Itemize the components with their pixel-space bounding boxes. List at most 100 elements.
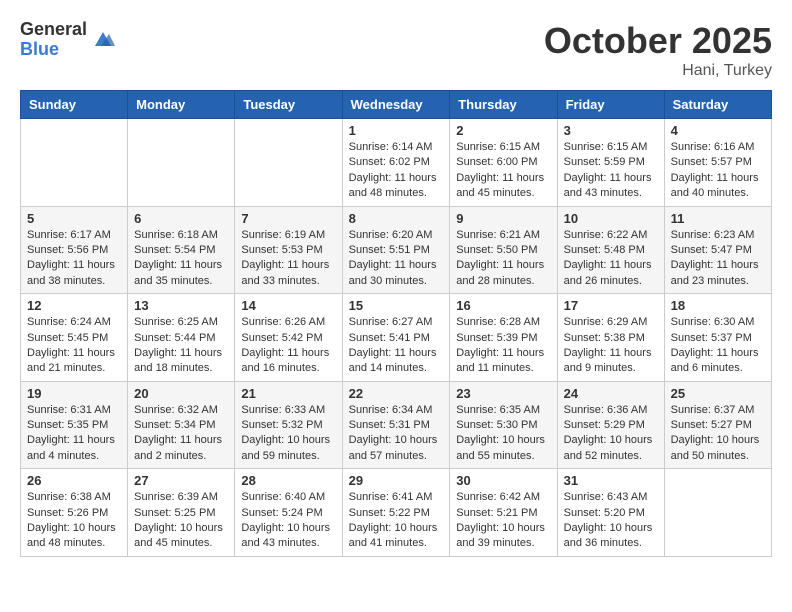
- day-number: 1: [349, 123, 444, 138]
- logo-icon: [91, 28, 115, 52]
- logo: General Blue: [20, 20, 115, 60]
- calendar-cell: 13 Sunrise: 6:25 AMSunset: 5:44 PMDayligh…: [128, 294, 235, 382]
- calendar-cell: 21 Sunrise: 6:33 AMSunset: 5:32 PMDayligh…: [235, 381, 342, 469]
- day-info: Sunrise: 6:22 AMSunset: 5:48 PMDaylight:…: [564, 228, 658, 290]
- weekday-header-saturday: Saturday: [664, 91, 771, 119]
- calendar-cell: 19Sunrise: 6:31 AMSunset: 5:35 PMDayligh…: [21, 381, 128, 469]
- day-info: Sunrise: 6:43 AMSunset: 5:20 PMDaylight:…: [564, 490, 658, 552]
- title-block: October 2025 Hani, Turkey: [544, 20, 772, 80]
- calendar-cell: 26 Sunrise: 6:38 AMSunset: 5:26 PMDayligh…: [21, 469, 128, 557]
- day-info: Sunrise: 6:25 AMSunset: 5:44 PMDaylight:…: [134, 315, 228, 377]
- day-info: Sunrise: 6:39 AMSunset: 5:25 PMDaylight:…: [134, 490, 228, 552]
- calendar-cell: 15 Sunrise: 6:27 AMSunset: 5:41 PMDayligh…: [342, 294, 450, 382]
- day-info: Sunrise: 6:37 AMSunset: 5:27 PMDaylight:…: [671, 403, 765, 465]
- calendar-cell: 20Sunrise: 6:32 AMSunset: 5:34 PMDayligh…: [128, 381, 235, 469]
- day-number: 17: [564, 298, 658, 313]
- day-number: 11: [671, 211, 765, 226]
- month-title: October 2025: [544, 20, 772, 62]
- day-info: Sunrise: 6:40 AMSunset: 5:24 PMDaylight:…: [241, 490, 335, 552]
- calendar-cell: 12 Sunrise: 6:24 AMSunset: 5:45 PMDayligh…: [21, 294, 128, 382]
- page-header: General Blue October 2025 Hani, Turkey: [20, 20, 772, 80]
- day-number: 7: [241, 211, 335, 226]
- calendar-cell: 23 Sunrise: 6:35 AMSunset: 5:30 PMDayligh…: [450, 381, 557, 469]
- calendar-week-row: 12 Sunrise: 6:24 AMSunset: 5:45 PMDayligh…: [21, 294, 772, 382]
- day-number: 13: [134, 298, 228, 313]
- calendar-week-row: 26 Sunrise: 6:38 AMSunset: 5:26 PMDayligh…: [21, 469, 772, 557]
- day-info: Sunrise: 6:27 AMSunset: 5:41 PMDaylight:…: [349, 315, 444, 377]
- day-number: 23: [456, 386, 550, 401]
- calendar-cell: 29 Sunrise: 6:41 AMSunset: 5:22 PMDayligh…: [342, 469, 450, 557]
- calendar-cell: 8Sunrise: 6:20 AMSunset: 5:51 PMDaylight…: [342, 206, 450, 294]
- day-info: Sunrise: 6:26 AMSunset: 5:42 PMDaylight:…: [241, 315, 335, 377]
- day-number: 14: [241, 298, 335, 313]
- day-info: Sunrise: 6:42 AMSunset: 5:21 PMDaylight:…: [456, 490, 550, 552]
- calendar-week-row: 5 Sunrise: 6:17 AMSunset: 5:56 PMDaylight…: [21, 206, 772, 294]
- calendar-cell: [128, 119, 235, 207]
- day-info: Sunrise: 6:14 AMSunset: 6:02 PMDaylight:…: [349, 140, 444, 202]
- calendar-cell: 5 Sunrise: 6:17 AMSunset: 5:56 PMDaylight…: [21, 206, 128, 294]
- day-number: 6: [134, 211, 228, 226]
- calendar-cell: 11 Sunrise: 6:23 AMSunset: 5:47 PMDayligh…: [664, 206, 771, 294]
- day-number: 2: [456, 123, 550, 138]
- calendar-cell: 17 Sunrise: 6:29 AMSunset: 5:38 PMDayligh…: [557, 294, 664, 382]
- weekday-header-monday: Monday: [128, 91, 235, 119]
- logo-blue: Blue: [20, 40, 87, 60]
- day-number: 26: [27, 473, 121, 488]
- day-number: 24: [564, 386, 658, 401]
- calendar-cell: 14 Sunrise: 6:26 AMSunset: 5:42 PMDayligh…: [235, 294, 342, 382]
- day-number: 18: [671, 298, 765, 313]
- calendar-week-row: 1 Sunrise: 6:14 AMSunset: 6:02 PMDaylight…: [21, 119, 772, 207]
- weekday-header-row: SundayMondayTuesdayWednesdayThursdayFrid…: [21, 91, 772, 119]
- day-info: Sunrise: 6:29 AMSunset: 5:38 PMDaylight:…: [564, 315, 658, 377]
- day-info: Sunrise: 6:15 AMSunset: 6:00 PMDaylight:…: [456, 140, 550, 202]
- day-info: Sunrise: 6:19 AMSunset: 5:53 PMDaylight:…: [241, 228, 335, 290]
- calendar-cell: 18Sunrise: 6:30 AMSunset: 5:37 PMDayligh…: [664, 294, 771, 382]
- day-info: Sunrise: 6:41 AMSunset: 5:22 PMDaylight:…: [349, 490, 444, 552]
- weekday-header-thursday: Thursday: [450, 91, 557, 119]
- day-number: 25: [671, 386, 765, 401]
- weekday-header-sunday: Sunday: [21, 91, 128, 119]
- day-number: 31: [564, 473, 658, 488]
- day-number: 30: [456, 473, 550, 488]
- day-info: Sunrise: 6:33 AMSunset: 5:32 PMDaylight:…: [241, 403, 335, 465]
- day-number: 15: [349, 298, 444, 313]
- calendar-cell: 30 Sunrise: 6:42 AMSunset: 5:21 PMDayligh…: [450, 469, 557, 557]
- day-number: 5: [27, 211, 121, 226]
- day-info: Sunrise: 6:15 AMSunset: 5:59 PMDaylight:…: [564, 140, 658, 202]
- calendar-cell: 10Sunrise: 6:22 AMSunset: 5:48 PMDayligh…: [557, 206, 664, 294]
- calendar-cell: 22 Sunrise: 6:34 AMSunset: 5:31 PMDayligh…: [342, 381, 450, 469]
- day-number: 21: [241, 386, 335, 401]
- day-info: Sunrise: 6:36 AMSunset: 5:29 PMDaylight:…: [564, 403, 658, 465]
- day-info: Sunrise: 6:38 AMSunset: 5:26 PMDaylight:…: [27, 490, 121, 552]
- calendar-cell: 3Sunrise: 6:15 AMSunset: 5:59 PMDaylight…: [557, 119, 664, 207]
- calendar-cell: 6Sunrise: 6:18 AMSunset: 5:54 PMDaylight…: [128, 206, 235, 294]
- calendar-cell: [21, 119, 128, 207]
- calendar-cell: 16Sunrise: 6:28 AMSunset: 5:39 PMDayligh…: [450, 294, 557, 382]
- calendar-cell: 2 Sunrise: 6:15 AMSunset: 6:00 PMDaylight…: [450, 119, 557, 207]
- day-number: 12: [27, 298, 121, 313]
- calendar-cell: 25 Sunrise: 6:37 AMSunset: 5:27 PMDayligh…: [664, 381, 771, 469]
- day-info: Sunrise: 6:17 AMSunset: 5:56 PMDaylight:…: [27, 228, 121, 290]
- calendar-cell: 27Sunrise: 6:39 AMSunset: 5:25 PMDayligh…: [128, 469, 235, 557]
- calendar-cell: 28 Sunrise: 6:40 AMSunset: 5:24 PMDayligh…: [235, 469, 342, 557]
- day-info: Sunrise: 6:20 AMSunset: 5:51 PMDaylight:…: [349, 228, 444, 290]
- weekday-header-wednesday: Wednesday: [342, 91, 450, 119]
- day-info: Sunrise: 6:35 AMSunset: 5:30 PMDaylight:…: [456, 403, 550, 465]
- day-info: Sunrise: 6:31 AMSunset: 5:35 PMDaylight:…: [27, 403, 121, 465]
- day-number: 28: [241, 473, 335, 488]
- day-info: Sunrise: 6:34 AMSunset: 5:31 PMDaylight:…: [349, 403, 444, 465]
- calendar-cell: 24 Sunrise: 6:36 AMSunset: 5:29 PMDayligh…: [557, 381, 664, 469]
- day-info: Sunrise: 6:24 AMSunset: 5:45 PMDaylight:…: [27, 315, 121, 377]
- day-info: Sunrise: 6:21 AMSunset: 5:50 PMDaylight:…: [456, 228, 550, 290]
- day-number: 22: [349, 386, 444, 401]
- calendar-cell: 4 Sunrise: 6:16 AMSunset: 5:57 PMDaylight…: [664, 119, 771, 207]
- day-number: 9: [456, 211, 550, 226]
- logo-general: General: [20, 20, 87, 40]
- calendar-cell: 7 Sunrise: 6:19 AMSunset: 5:53 PMDaylight…: [235, 206, 342, 294]
- day-number: 29: [349, 473, 444, 488]
- day-number: 4: [671, 123, 765, 138]
- day-info: Sunrise: 6:23 AMSunset: 5:47 PMDaylight:…: [671, 228, 765, 290]
- day-info: Sunrise: 6:16 AMSunset: 5:57 PMDaylight:…: [671, 140, 765, 202]
- calendar-cell: [664, 469, 771, 557]
- location: Hani, Turkey: [544, 62, 772, 80]
